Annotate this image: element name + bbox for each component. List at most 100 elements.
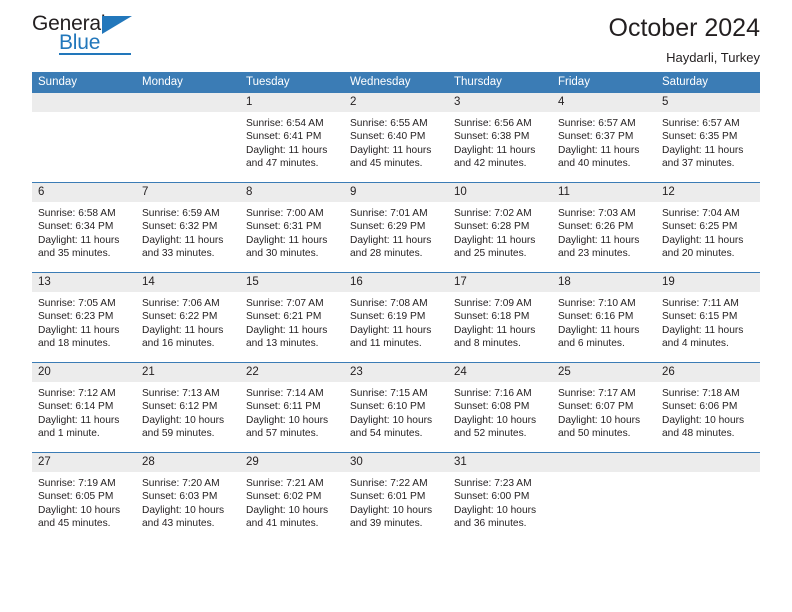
day-number: 24 (448, 363, 552, 382)
calendar-day-cell[interactable]: 28 Sunrise: 7:20 AM Sunset: 6:03 PM Dayligh… (136, 453, 240, 542)
calendar-day-cell[interactable]: 29 Sunrise: 7:21 AM Sunset: 6:02 PM Dayligh… (240, 453, 344, 542)
calendar-day-cell[interactable]: 7 Sunrise: 6:59 AM Sunset: 6:32 PM Daylight… (136, 183, 240, 272)
calendar-day-cell[interactable]: 22 Sunrise: 7:14 AM Sunset: 6:11 PM Dayligh… (240, 363, 344, 452)
sunrise-text: Sunrise: 7:12 AM (38, 388, 116, 399)
sunrise-text: Sunrise: 7:19 AM (38, 478, 116, 489)
calendar-day-cell-empty (656, 453, 760, 542)
sunset-text: Sunset: 6:03 PM (142, 491, 218, 503)
daylight-text-line2: and 4 minutes. (662, 338, 729, 350)
day-details: Sunrise: 7:01 AM Sunset: 6:29 PM Daylight:… (344, 202, 448, 261)
calendar-week-row: 13 Sunrise: 7:05 AM Sunset: 6:23 PM Dayligh… (32, 272, 760, 362)
daylight-text-line2: and 42 minutes. (454, 158, 527, 170)
day-number: 2 (344, 93, 448, 112)
calendar-day-cell[interactable]: 21 Sunrise: 7:13 AM Sunset: 6:12 PM Dayligh… (136, 363, 240, 452)
calendar-day-cell[interactable]: 17 Sunrise: 7:09 AM Sunset: 6:18 PM Dayligh… (448, 273, 552, 362)
daylight-text-line2: and 45 minutes. (38, 518, 111, 530)
triangle-icon (102, 16, 132, 34)
calendar-day-cell-empty (552, 453, 656, 542)
daylight-text-line1: Daylight: 11 hours (38, 234, 120, 246)
daylight-text-line1: Daylight: 11 hours (558, 324, 640, 336)
brand-logo[interactable]: General Blue (32, 12, 136, 58)
sunrise-text: Sunrise: 7:22 AM (350, 478, 428, 489)
day-number: 11 (552, 183, 656, 202)
day-number: 8 (240, 183, 344, 202)
sunset-text: Sunset: 6:38 PM (454, 131, 530, 143)
sunrise-text: Sunrise: 7:18 AM (662, 388, 740, 399)
calendar-day-cell[interactable]: 13 Sunrise: 7:05 AM Sunset: 6:23 PM Dayligh… (32, 273, 136, 362)
sunrise-text: Sunrise: 7:21 AM (246, 478, 324, 489)
daylight-text-line2: and 52 minutes. (454, 428, 527, 440)
calendar-day-cell[interactable]: 4 Sunrise: 6:57 AM Sunset: 6:37 PM Daylight… (552, 93, 656, 182)
calendar-day-cell[interactable]: 9 Sunrise: 7:01 AM Sunset: 6:29 PM Daylight… (344, 183, 448, 272)
day-details: Sunrise: 7:03 AM Sunset: 6:26 PM Daylight:… (552, 202, 656, 261)
calendar-day-cell[interactable]: 15 Sunrise: 7:07 AM Sunset: 6:21 PM Dayligh… (240, 273, 344, 362)
daylight-text-line2: and 6 minutes. (558, 338, 625, 350)
sunset-text: Sunset: 6:26 PM (558, 221, 634, 233)
calendar-day-cell-empty (136, 93, 240, 182)
day-details: Sunrise: 7:10 AM Sunset: 6:16 PM Daylight:… (552, 292, 656, 351)
sunset-text: Sunset: 6:07 PM (558, 401, 634, 413)
sunset-text: Sunset: 6:10 PM (350, 401, 426, 413)
calendar-grid: Sunday Monday Tuesday Wednesday Thursday… (32, 72, 760, 542)
sunrise-text: Sunrise: 7:23 AM (454, 478, 532, 489)
sunset-text: Sunset: 6:02 PM (246, 491, 322, 503)
sunrise-text: Sunrise: 7:15 AM (350, 388, 428, 399)
day-number: 15 (240, 273, 344, 292)
sunset-text: Sunset: 6:32 PM (142, 221, 218, 233)
sunset-text: Sunset: 6:31 PM (246, 221, 322, 233)
calendar-day-cell[interactable]: 20 Sunrise: 7:12 AM Sunset: 6:14 PM Dayligh… (32, 363, 136, 452)
calendar-day-cell[interactable]: 12 Sunrise: 7:04 AM Sunset: 6:25 PM Dayligh… (656, 183, 760, 272)
day-number: 20 (32, 363, 136, 382)
day-number: 31 (448, 453, 552, 472)
sunset-text: Sunset: 6:11 PM (246, 401, 321, 413)
daylight-text-line2: and 33 minutes. (142, 248, 215, 260)
daylight-text-line1: Daylight: 10 hours (246, 414, 329, 426)
calendar-day-cell[interactable]: 1 Sunrise: 6:54 AM Sunset: 6:41 PM Daylight… (240, 93, 344, 182)
daylight-text-line1: Daylight: 11 hours (558, 234, 640, 246)
daylight-text-line1: Daylight: 11 hours (350, 324, 432, 336)
calendar-day-cell[interactable]: 11 Sunrise: 7:03 AM Sunset: 6:26 PM Dayligh… (552, 183, 656, 272)
calendar-day-cell[interactable]: 18 Sunrise: 7:10 AM Sunset: 6:16 PM Dayligh… (552, 273, 656, 362)
calendar-day-cell[interactable]: 14 Sunrise: 7:06 AM Sunset: 6:22 PM Dayligh… (136, 273, 240, 362)
daylight-text-line1: Daylight: 10 hours (350, 414, 433, 426)
daylight-text-line1: Daylight: 10 hours (454, 414, 537, 426)
daylight-text-line1: Daylight: 11 hours (454, 144, 536, 156)
sunset-text: Sunset: 6:14 PM (38, 401, 114, 413)
daylight-text-line2: and 16 minutes. (142, 338, 215, 350)
day-details: Sunrise: 6:59 AM Sunset: 6:32 PM Daylight:… (136, 202, 240, 261)
day-number: 30 (344, 453, 448, 472)
calendar-day-cell[interactable]: 25 Sunrise: 7:17 AM Sunset: 6:07 PM Dayligh… (552, 363, 656, 452)
daylight-text-line2: and 43 minutes. (142, 518, 215, 530)
calendar-day-cell[interactable]: 6 Sunrise: 6:58 AM Sunset: 6:34 PM Daylight… (32, 183, 136, 272)
calendar-day-cell[interactable]: 30 Sunrise: 7:22 AM Sunset: 6:01 PM Dayligh… (344, 453, 448, 542)
daylight-text-line2: and 59 minutes. (142, 428, 215, 440)
calendar-day-cell[interactable]: 10 Sunrise: 7:02 AM Sunset: 6:28 PM Dayligh… (448, 183, 552, 272)
calendar-day-cell[interactable]: 26 Sunrise: 7:18 AM Sunset: 6:06 PM Dayligh… (656, 363, 760, 452)
calendar-day-cell[interactable]: 23 Sunrise: 7:15 AM Sunset: 6:10 PM Dayligh… (344, 363, 448, 452)
calendar-day-cell[interactable]: 8 Sunrise: 7:00 AM Sunset: 6:31 PM Daylight… (240, 183, 344, 272)
sunset-text: Sunset: 6:40 PM (350, 131, 426, 143)
calendar-day-cell[interactable]: 19 Sunrise: 7:11 AM Sunset: 6:15 PM Dayligh… (656, 273, 760, 362)
day-details: Sunrise: 7:00 AM Sunset: 6:31 PM Daylight:… (240, 202, 344, 261)
day-details: Sunrise: 6:58 AM Sunset: 6:34 PM Daylight:… (32, 202, 136, 261)
sunset-text: Sunset: 6:22 PM (142, 311, 218, 323)
calendar-day-cell[interactable]: 27 Sunrise: 7:19 AM Sunset: 6:05 PM Dayligh… (32, 453, 136, 542)
daylight-text-line2: and 57 minutes. (246, 428, 319, 440)
calendar-day-cell[interactable]: 24 Sunrise: 7:16 AM Sunset: 6:08 PM Dayligh… (448, 363, 552, 452)
sunrise-text: Sunrise: 6:55 AM (350, 118, 428, 129)
sunrise-text: Sunrise: 7:07 AM (246, 298, 324, 309)
daylight-text-line2: and 39 minutes. (350, 518, 423, 530)
calendar-day-cell[interactable]: 31 Sunrise: 7:23 AM Sunset: 6:00 PM Dayligh… (448, 453, 552, 542)
calendar-day-cell[interactable]: 3 Sunrise: 6:56 AM Sunset: 6:38 PM Daylight… (448, 93, 552, 182)
calendar-day-cell[interactable]: 16 Sunrise: 7:08 AM Sunset: 6:19 PM Dayligh… (344, 273, 448, 362)
day-details: Sunrise: 6:57 AM Sunset: 6:37 PM Daylight:… (552, 112, 656, 171)
calendar-day-cell[interactable]: 5 Sunrise: 6:57 AM Sunset: 6:35 PM Daylight… (656, 93, 760, 182)
calendar-day-cell[interactable]: 2 Sunrise: 6:55 AM Sunset: 6:40 PM Daylight… (344, 93, 448, 182)
sunrise-text: Sunrise: 7:10 AM (558, 298, 636, 309)
daylight-text-line2: and 18 minutes. (38, 338, 111, 350)
sunset-text: Sunset: 6:15 PM (662, 311, 738, 323)
daylight-text-line2: and 35 minutes. (38, 248, 111, 260)
sunset-text: Sunset: 6:00 PM (454, 491, 530, 503)
location-subtitle: Haydarli, Turkey (666, 49, 760, 65)
daylight-text-line2: and 47 minutes. (246, 158, 319, 170)
